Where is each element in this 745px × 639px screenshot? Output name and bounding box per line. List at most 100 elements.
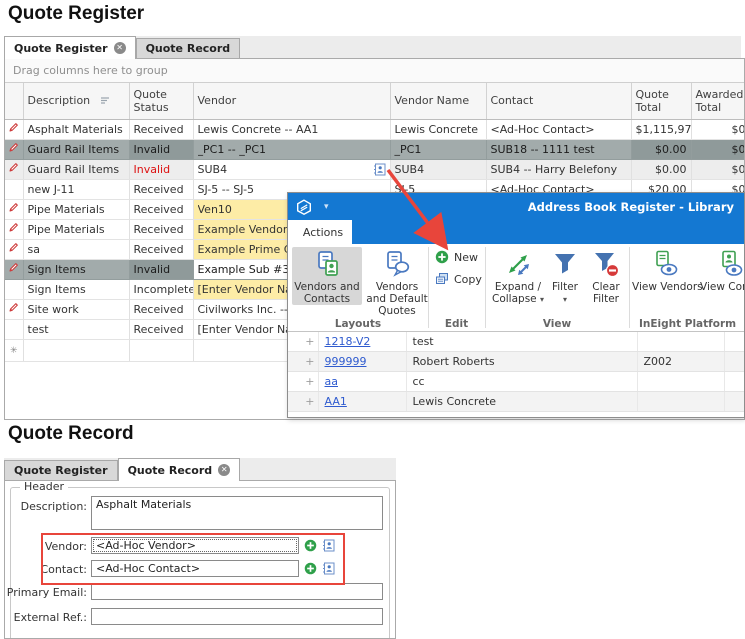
cell-quote-total: $0.00 [631,159,691,179]
tab-quote-record[interactable]: Quote Record ✕ [118,458,241,481]
primary-email-field[interactable] [91,583,383,600]
address-book-row[interactable]: + 999999 Robert Roberts Z002 [288,352,745,372]
quote-row[interactable]: ✳ Guard Rail Items Invalid _PC1 -- _PC1 … [5,139,745,159]
view-vendors-button[interactable]: View Vendors [632,247,698,293]
cell-description: new J-11 [23,179,129,199]
tab-actions[interactable]: Actions [295,220,351,244]
cell-quote-status: Invalid [129,159,193,179]
new-button[interactable]: New [435,250,478,264]
group-label-layouts: Layouts [288,318,428,330]
cell-awarded-total: $0 [691,139,745,159]
clear-filter-button[interactable]: Clear Filter [584,247,628,305]
external-ref-field[interactable] [91,608,383,625]
expand-row-icon[interactable]: + [305,355,314,368]
cell-awarded-total: $0 [691,159,745,179]
cell-quote-total: $1,115,975... [631,119,691,139]
cell-quote-status: Received [129,199,193,219]
contact-label: Contact: [5,563,87,576]
view-contacts-icon [700,249,745,281]
col-header-vendor[interactable]: Vendor [193,83,390,119]
quote-row[interactable]: ✳ Guard Rail Items Invalid SUB4 SUB4 SUB… [5,159,745,179]
address-book-row[interactable]: + 1218-V2 test [288,332,745,352]
cell-quote-status: Received [129,219,193,239]
vendors-default-quotes-icon [365,249,429,281]
description-field[interactable] [91,496,383,530]
vendors-and-contacts-button[interactable]: Vendors and Contacts [292,247,362,305]
contact-field[interactable] [91,560,299,577]
sort-ascending-icon [100,95,110,108]
view-contacts-button[interactable]: View Contacts [700,247,745,293]
cell-description: Pipe Materials [23,219,129,239]
address-book-row[interactable]: + aa cc [288,372,745,392]
quick-access-dropdown-icon[interactable]: ▾ [324,202,329,212]
register-page-title: Quote Register [8,3,144,25]
cell-sort-code [637,372,724,392]
edited-indicator-icon [8,263,19,276]
col-header-description[interactable]: Description [23,83,129,119]
expand-row-icon[interactable]: + [305,395,314,408]
ribbon: Vendors and Contacts Vendors and Default… [288,244,744,332]
cell-quote-status [129,339,193,361]
cell-vendor-code: 999999 [318,352,406,372]
tabrow-fill [352,220,744,244]
vendor-code-link[interactable]: 1218-V2 [325,335,371,348]
vendor-code-link[interactable]: aa [325,375,338,388]
window-title: Address Book Register - Library [528,200,736,214]
cell-sort-code [637,332,724,352]
cell-contact: SUB4 -- Harry Belefony [486,159,631,179]
close-tab-icon[interactable]: ✕ [218,464,230,476]
vendor-code-link[interactable]: 999999 [325,355,367,368]
address-book-picker-icon[interactable] [373,163,386,176]
close-tab-icon[interactable]: ✕ [114,42,126,54]
cell-description [23,339,129,361]
col-header-quote-total[interactable]: Quote Total [631,83,691,119]
edited-indicator-icon [8,203,19,216]
vendors-and-default-quotes-button[interactable]: Vendors and Default Quotes [365,247,429,317]
filter-button[interactable]: Filter ▾ [547,247,583,306]
cell-description: Pipe Materials [23,199,129,219]
screenshot-stage: Quote Register Quote Register ✕ Quote Re… [0,0,745,639]
cell-vendor-name: Robert Roberts [406,352,637,372]
expand-collapse-icon [492,249,544,281]
col-header-contact[interactable]: Contact [486,83,631,119]
edited-indicator-icon [8,123,19,136]
expand-row-icon[interactable]: + [305,375,314,388]
dropdown-caret-icon: ▾ [563,295,567,304]
edited-indicator-icon [8,163,19,176]
edited-indicator-icon [8,243,19,256]
address-book-row[interactable]: + AA1 Lewis Concrete [288,392,745,412]
col-header-quote-status[interactable]: Quote Status [129,83,193,119]
vendor-address-book-icon[interactable] [322,539,335,552]
copy-button[interactable]: Copy [435,272,482,286]
expand-row-icon[interactable]: + [305,335,314,348]
add-contact-icon[interactable] [304,562,317,575]
expand-collapse-button[interactable]: Expand / Collapse ▾ [492,247,544,306]
tab-quote-register[interactable]: Quote Register ✕ [4,36,136,59]
address-book-grid: + 1218-V2 test + 999999 Robert Roberts Z… [288,332,745,412]
view-vendors-icon [632,249,698,281]
group-separator [485,247,486,328]
record-tabstrip: Quote Register Quote Record ✕ [4,458,396,480]
group-by-bar[interactable]: Drag columns here to group [5,59,744,83]
cell-quote-status: Invalid [129,139,193,159]
cell-description: test [23,319,129,339]
cell-quote-status: Invalid [129,259,193,279]
add-vendor-icon[interactable] [304,539,317,552]
tab-label: Quote Register [14,42,108,55]
quote-row[interactable]: ✳ Asphalt Materials Received Lewis Concr… [5,119,745,139]
contact-address-book-icon[interactable] [322,562,335,575]
quote-record-panel: Header Description: Vendor: Contact: Pri… [4,480,396,639]
col-header-vendor-name[interactable]: Vendor Name [390,83,486,119]
cell-vendor-code: 1218-V2 [318,332,406,352]
cell-description: Guard Rail Items [23,159,129,179]
vendor-field[interactable] [91,537,299,554]
cell-quote-status: Received [129,319,193,339]
vendor-code-link[interactable]: AA1 [325,395,347,408]
tab-quote-register[interactable]: Quote Register [4,460,118,480]
col-header-awarded-total[interactable]: Awarded Total [691,83,745,119]
cell-description: Sign Items [23,259,129,279]
vendors-contacts-icon [292,249,362,281]
cell-description: Asphalt Materials [23,119,129,139]
cell-sort-code [637,392,724,412]
tab-quote-record[interactable]: Quote Record [136,38,241,58]
